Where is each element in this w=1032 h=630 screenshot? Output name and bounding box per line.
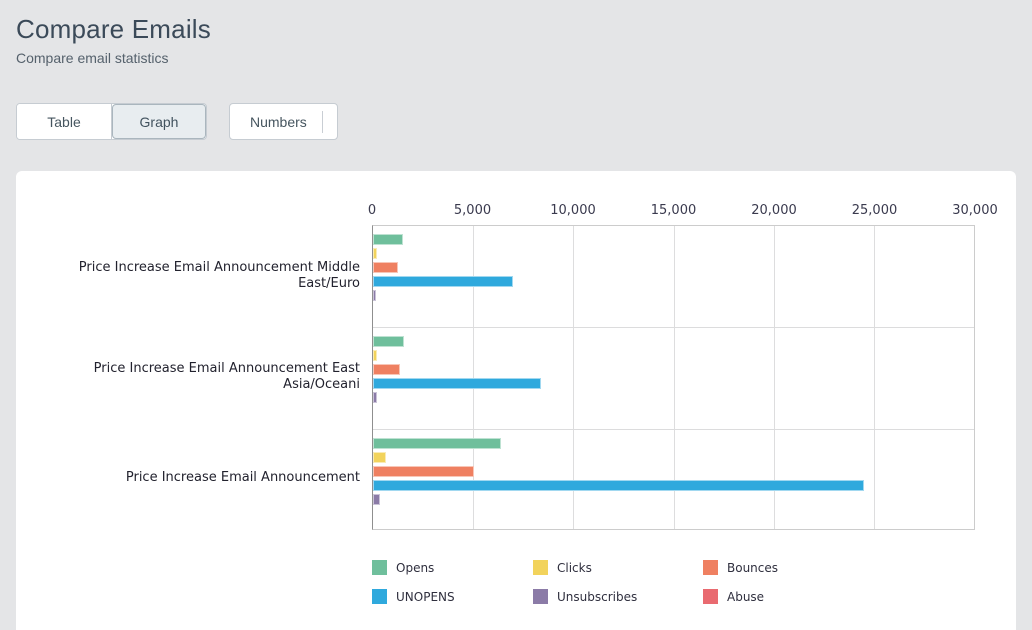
legend-swatch-unsubscribes: [533, 589, 548, 604]
legend-item-abuse: Abuse: [703, 589, 1016, 604]
x-tick-label: 20,000: [751, 203, 797, 218]
numbers-divider: [322, 111, 323, 133]
compare-emails-chart: 0 5,000 10,000 15,000 20,000 25,000 30,000 Pri…: [16, 203, 1016, 604]
legend-label: Opens: [396, 561, 434, 575]
bar-slot: [373, 494, 974, 505]
bar-opens: [373, 234, 403, 245]
bar-clicks: [373, 452, 386, 463]
bar-unsubscribes: [373, 290, 376, 301]
view-toolbar: Table Graph Numbers: [16, 103, 1016, 140]
bar-slot: [373, 466, 974, 477]
bar-unopens: [373, 276, 513, 287]
x-tick-label: 10,000: [550, 203, 596, 218]
legend-swatch-abuse: [703, 589, 718, 604]
bar-slot: [373, 480, 974, 491]
chart-card: 0 5,000 10,000 15,000 20,000 25,000 30,000 Pri…: [16, 171, 1016, 630]
legend-item-bounces: Bounces: [703, 560, 1016, 575]
legend-label: Bounces: [727, 561, 778, 575]
legend-item-opens: Opens: [372, 560, 533, 575]
chart-legend: Opens Clicks Bounces UNOPENS Unsubscribes Abu…: [372, 560, 1016, 604]
bar-unopens: [373, 480, 864, 491]
bar-slot: [373, 304, 974, 315]
bar-opens: [373, 438, 501, 449]
legend-label: UNOPENS: [396, 590, 455, 604]
plot-area: [372, 225, 975, 530]
category-label: Price Increase Email Announcement East A…: [16, 326, 360, 427]
view-toggle: Table Graph: [16, 103, 207, 140]
bar-bounces: [373, 262, 398, 273]
chart-body: Price Increase Email Announcement Middle…: [16, 225, 1016, 530]
page-title: Compare Emails: [16, 14, 1016, 45]
bar-bounces: [373, 364, 400, 375]
category-labels: Price Increase Email Announcement Middle…: [16, 225, 360, 530]
legend-swatch-unopens: [372, 589, 387, 604]
legend-item-unopens: UNOPENS: [372, 589, 533, 604]
bar-clicks: [373, 248, 377, 259]
bar-slot: [373, 508, 974, 519]
x-tick-label: 30,000: [952, 203, 998, 218]
legend-label: Clicks: [557, 561, 592, 575]
bar-slot: [373, 262, 974, 273]
bar-unsubscribes: [373, 392, 377, 403]
bar-group: [373, 226, 974, 327]
bar-unopens: [373, 378, 541, 389]
bar-groups: [373, 226, 974, 531]
bar-slot: [373, 406, 974, 417]
page-root: Compare Emails Compare email statistics …: [0, 0, 1032, 630]
bar-slot: [373, 364, 974, 375]
x-tick-label: 25,000: [852, 203, 898, 218]
x-tick-label: 15,000: [651, 203, 697, 218]
tab-graph[interactable]: Graph: [112, 104, 206, 139]
bar-slot: [373, 378, 974, 389]
category-label: Price Increase Email Announcement Middle…: [16, 225, 360, 326]
bar-slot: [373, 350, 974, 361]
x-tick-label: 0: [368, 203, 376, 218]
legend-label: Unsubscribes: [557, 590, 637, 604]
legend-item-clicks: Clicks: [533, 560, 703, 575]
page-header: Compare Emails Compare email statistics: [0, 0, 1032, 66]
bar-unsubscribes: [373, 494, 380, 505]
legend-item-unsubscribes: Unsubscribes: [533, 589, 703, 604]
bar-slot: [373, 248, 974, 259]
x-tick-label: 5,000: [454, 203, 491, 218]
bar-slot: [373, 234, 974, 245]
bar-slot: [373, 438, 974, 449]
bar-slot: [373, 290, 974, 301]
bar-slot: [373, 276, 974, 287]
bar-group: [373, 327, 974, 429]
bar-opens: [373, 336, 404, 347]
legend-swatch-opens: [372, 560, 387, 575]
label-gap: [360, 225, 372, 530]
legend-label: Abuse: [727, 590, 764, 604]
legend-swatch-clicks: [533, 560, 548, 575]
bar-clicks: [373, 350, 377, 361]
bar-bounces: [373, 466, 474, 477]
bar-slot: [373, 336, 974, 347]
bar-slot: [373, 452, 974, 463]
page-subtitle: Compare email statistics: [16, 50, 1016, 66]
numbers-button-label: Numbers: [250, 114, 307, 130]
tab-table[interactable]: Table: [17, 104, 111, 139]
x-axis: 05,00010,00015,00020,00025,00030,000: [372, 203, 975, 225]
legend-swatch-bounces: [703, 560, 718, 575]
bar-slot: [373, 392, 974, 403]
bar-group: [373, 429, 974, 531]
numbers-button[interactable]: Numbers: [229, 103, 338, 140]
category-label: Price Increase Email Announcement: [16, 427, 360, 528]
